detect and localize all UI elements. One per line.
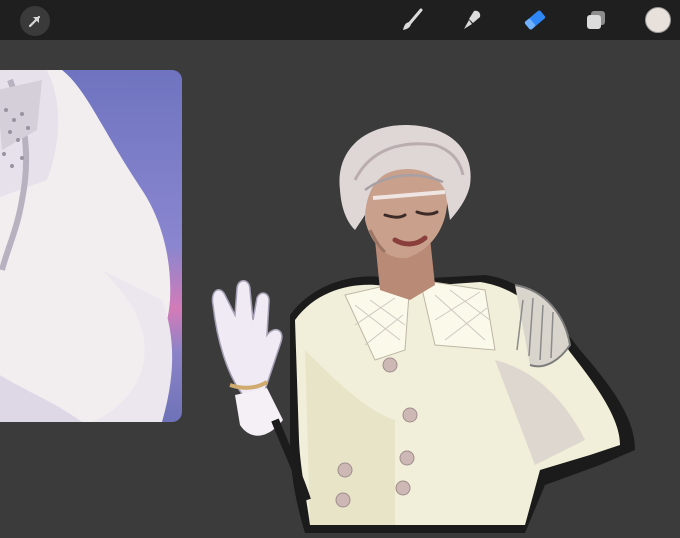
eraser-icon bbox=[524, 10, 546, 30]
painting-image bbox=[211, 125, 635, 533]
brush-tool-button[interactable] bbox=[398, 6, 426, 34]
smudge-icon bbox=[464, 10, 481, 29]
smudge-tool-button[interactable] bbox=[458, 6, 486, 34]
actions-arrow-icon bbox=[28, 15, 41, 28]
reference-photo[interactable] bbox=[0, 70, 182, 422]
character-painting[interactable] bbox=[195, 120, 655, 533]
brush-icon bbox=[403, 8, 423, 30]
layers-icon bbox=[587, 11, 605, 29]
top-toolbar bbox=[0, 0, 680, 40]
color-picker-button[interactable] bbox=[645, 7, 671, 33]
eraser-tool-button[interactable] bbox=[520, 6, 550, 34]
reference-image bbox=[0, 70, 182, 422]
gallery-button[interactable] bbox=[20, 6, 50, 36]
layers-button[interactable] bbox=[582, 6, 610, 34]
